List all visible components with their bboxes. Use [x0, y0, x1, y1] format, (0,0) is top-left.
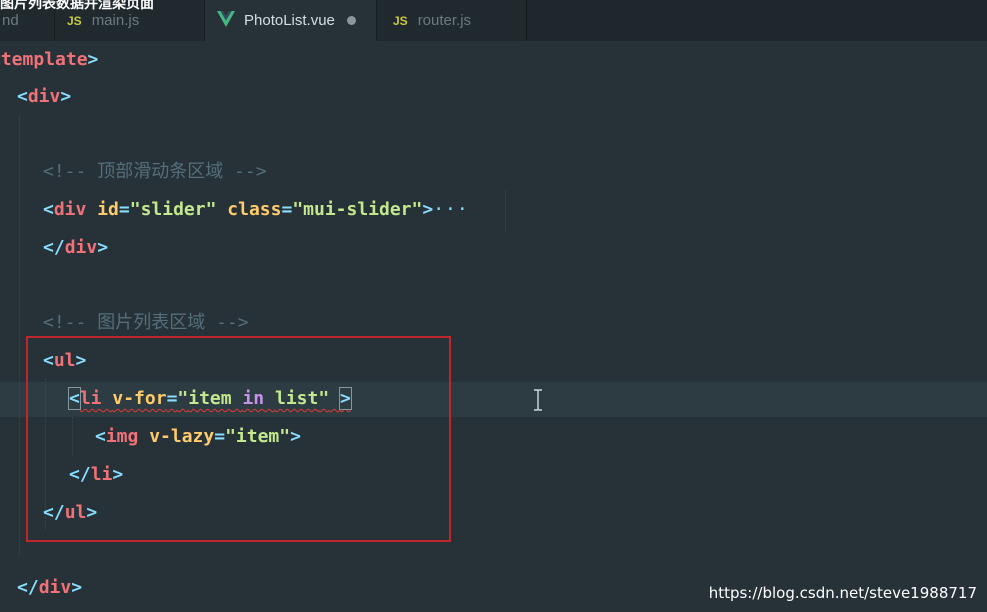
code-line: <template> — [0, 49, 99, 70]
js-file-icon: JS — [393, 13, 408, 28]
folded-region-icon[interactable]: ··· — [433, 199, 469, 220]
tab-label: router.js — [417, 12, 472, 29]
code-line: </div> — [43, 237, 109, 258]
watermark: https://blog.csdn.net/steve1988717 — [708, 584, 977, 602]
code-editor[interactable]: <template> <div> <!-- 顶部滑动条区域 --> <div i… — [0, 41, 987, 612]
indent-guide — [505, 191, 506, 231]
tab-photolist-vue[interactable]: PhotoList.vue — [205, 0, 377, 41]
tab-bar: nd JS main.js PhotoList.vue JS router.js… — [0, 0, 987, 41]
code-line: <div> — [17, 86, 72, 107]
text-cursor-icon — [533, 389, 543, 415]
highlight-annotation-box — [26, 336, 451, 542]
indent-guide — [19, 116, 20, 556]
tab-label: nd — [2, 12, 19, 29]
unsaved-dot-icon — [346, 16, 356, 25]
code-line: </div> — [17, 577, 83, 598]
video-title: 图片列表数据并渲染页面 — [0, 0, 154, 12]
tab-label: main.js — [91, 12, 140, 29]
tab-label: PhotoList.vue — [244, 12, 335, 29]
js-file-icon: JS — [67, 13, 82, 28]
tab-router-js[interactable]: JS router.js — [377, 0, 527, 41]
vue-logo-icon — [217, 10, 235, 31]
code-line: <!-- 顶部滑动条区域 --> — [43, 161, 267, 182]
code-line: <div id="slider" class="mui-slider">··· — [43, 199, 469, 220]
